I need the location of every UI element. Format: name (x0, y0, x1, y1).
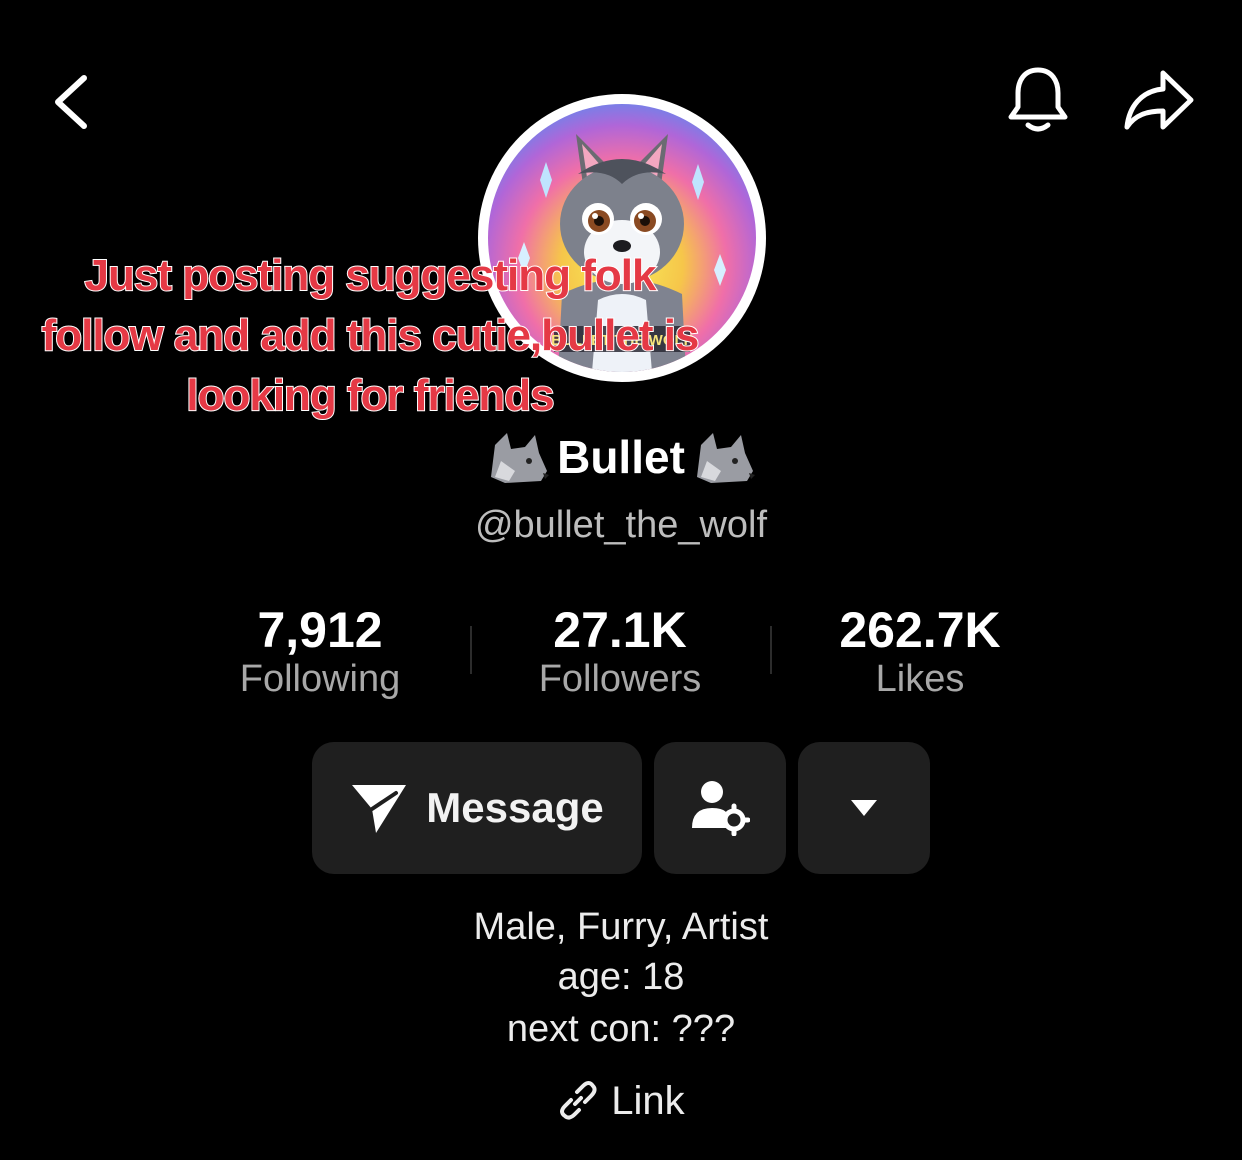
bell-icon (1008, 67, 1068, 132)
bio-line: next con: ??? (506, 1008, 736, 1050)
bio-line: Male, Furry, Artist (473, 906, 769, 948)
stat-likes: 262.7K Likes (790, 600, 1050, 702)
bio-line: age: 18 (557, 956, 685, 998)
stat-following-label: Following (239, 658, 401, 700)
wolf-emoji-icon (491, 433, 550, 483)
stat-followers-value: 27.1K (553, 602, 687, 658)
stat-followers-label: Followers (538, 658, 702, 700)
stat-likes-label: Likes (875, 658, 965, 700)
person-settings-icon (692, 781, 750, 836)
caret-down-icon (851, 800, 877, 816)
stat-followers[interactable]: 27.1K Followers (490, 600, 750, 702)
share-button[interactable] (1116, 58, 1202, 142)
chevron-left-icon (55, 75, 87, 129)
username: @bullet_the_wolf (474, 504, 768, 546)
paper-plane-icon (352, 785, 407, 833)
link-icon (560, 1081, 597, 1120)
display-name-text: Bullet (557, 431, 685, 483)
profile-link-label: Link (611, 1078, 685, 1123)
stat-divider (470, 626, 472, 674)
profile-link[interactable]: Link (480, 1074, 762, 1128)
wolf-emoji-icon (696, 433, 755, 483)
stat-divider (770, 626, 772, 674)
overlay-caption: Just posting suggesting folk follow and … (41, 250, 701, 421)
message-button[interactable]: Message (312, 742, 642, 874)
notification-bell-button[interactable] (998, 58, 1078, 142)
back-button[interactable] (30, 62, 110, 142)
stat-following-value: 7,912 (257, 602, 383, 658)
display-name: Bullet (480, 422, 762, 492)
stat-likes-value: 262.7K (839, 602, 1001, 658)
share-arrow-icon (1124, 70, 1194, 130)
friend-options-button[interactable] (654, 742, 786, 874)
more-options-button[interactable] (798, 742, 930, 874)
message-button-label: Message (426, 784, 604, 831)
stat-following[interactable]: 7,912 Following (190, 600, 450, 702)
